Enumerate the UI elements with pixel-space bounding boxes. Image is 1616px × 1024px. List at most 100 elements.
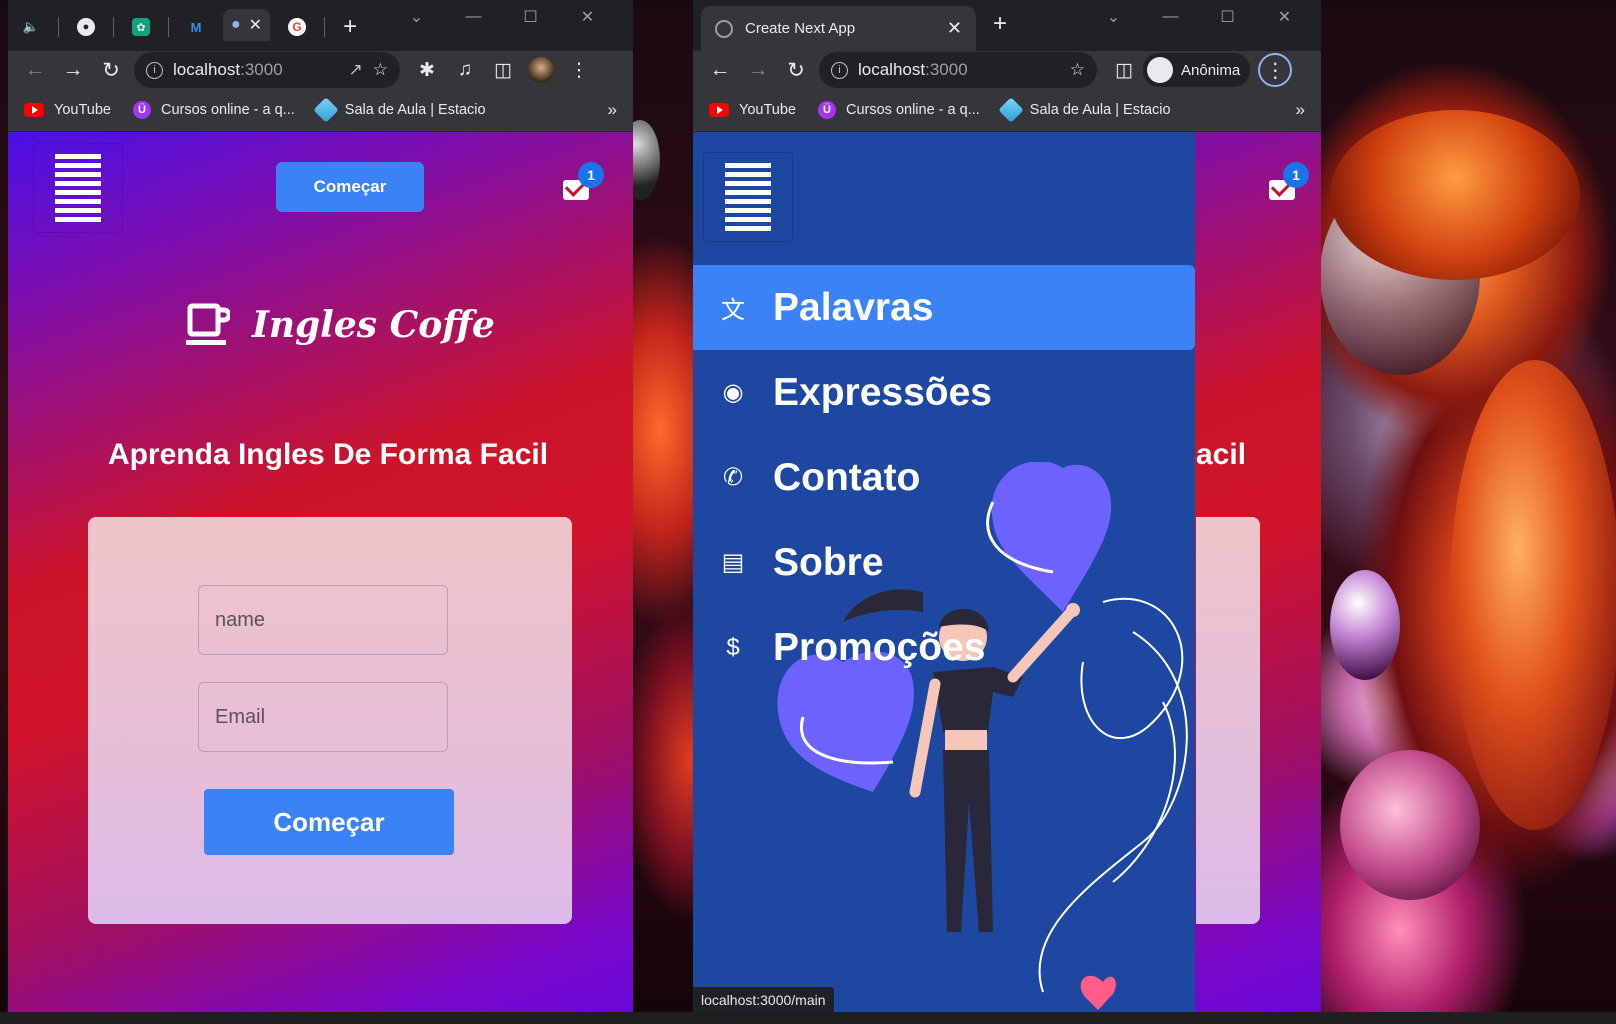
bookmark-star-icon[interactable]: ☆ — [1070, 60, 1085, 80]
browser-window-left: 🔈 ● ✿ M ● ✕ G + ⌄ — ☐ ✕ ← → ↻ i localhos… — [8, 0, 633, 1013]
reload-icon[interactable]: ↻ — [92, 58, 130, 83]
tab-search-icon[interactable]: ⌄ — [388, 4, 445, 30]
vscode-tab-icon[interactable]: M — [187, 18, 205, 36]
url-host: localhost — [858, 60, 926, 79]
bookmarks-bar: YouTube Ü Cursos online - a q... Sala de … — [8, 89, 633, 131]
tab-active-mini[interactable]: ● ✕ — [223, 9, 271, 41]
document-icon: ▤ — [721, 549, 745, 576]
speaking-person-icon: ◉ — [722, 379, 744, 406]
profile-avatar[interactable] — [522, 57, 560, 83]
window-controls: ⌄ — ☐ ✕ — [1085, 4, 1313, 30]
google-icon[interactable]: G — [288, 18, 307, 36]
menu-item-label: Expressões — [773, 370, 992, 414]
bookmarks-overflow[interactable]: » — [608, 100, 617, 120]
brand-logo: Ingles Coffe — [186, 302, 495, 348]
maximize-button[interactable]: ☐ — [1199, 4, 1256, 30]
translate-icon: 文 — [721, 297, 745, 324]
close-window-button[interactable]: ✕ — [1256, 4, 1313, 30]
page-headline: Aprenda Ingles De Forma Facil — [107, 438, 549, 471]
back-icon[interactable]: ← — [701, 58, 739, 82]
new-tab-button[interactable]: + — [993, 12, 1007, 36]
close-window-button[interactable]: ✕ — [559, 4, 616, 30]
estacio-icon — [313, 96, 339, 123]
side-panel-icon[interactable]: ◫ — [1105, 59, 1143, 82]
tab-strip: 🔈 ● ✿ M ● ✕ G + ⌄ — ☐ ✕ — [8, 0, 633, 51]
minimize-button[interactable]: — — [1142, 4, 1199, 30]
coffee-cup-icon — [186, 303, 230, 345]
share-icon[interactable]: ↗ — [349, 60, 363, 80]
page-viewport: Começar 1 Ingles Coffe Aprenda Ingles De… — [8, 132, 633, 1013]
minimize-button[interactable]: — — [445, 4, 502, 30]
browser-toolbar: ← → ↻ i localhost:3000 ↗ ☆ ✱ ♫ ◫ ⋮ — [8, 51, 633, 89]
muted-speaker-icon[interactable]: 🔈 — [22, 18, 40, 36]
page-viewport: acil 1 文 Palavras ◉ Expressões ✆ Contato… — [693, 132, 1321, 1013]
wallpaper-bubble — [1330, 570, 1400, 680]
forward-icon[interactable]: → — [54, 58, 92, 82]
submit-button[interactable]: Começar — [204, 789, 454, 855]
bookmark-estacio[interactable]: Sala de Aula | Estacio — [313, 96, 486, 123]
youtube-icon — [24, 102, 44, 117]
forward-icon[interactable]: → — [739, 58, 777, 82]
menu-item-label: Palavras — [773, 285, 934, 329]
extensions-icon[interactable]: ✱ — [408, 59, 446, 82]
menu-item-contato[interactable]: ✆ Contato — [693, 435, 1195, 520]
browser-menu-icon[interactable]: ⋮ — [560, 59, 598, 82]
page-headline-partial: acil — [1196, 438, 1247, 471]
menu-item-palavras[interactable]: 文 Palavras — [693, 265, 1195, 350]
close-tab-icon[interactable]: ✕ — [249, 15, 262, 35]
menu-item-promocoes[interactable]: $ Promoções — [693, 605, 1195, 690]
udemy-icon: Ü — [817, 100, 836, 119]
address-bar[interactable]: i localhost:3000 ↗ ☆ — [134, 52, 400, 88]
browser-menu-icon[interactable]: ⋮ — [1258, 53, 1293, 87]
bookmark-label: Sala de Aula | Estacio — [1029, 101, 1171, 118]
github-icon[interactable]: ● — [77, 18, 95, 36]
bookmark-youtube[interactable]: YouTube — [24, 102, 111, 118]
bookmark-udemy[interactable]: Ü Cursos online - a q... — [817, 100, 980, 119]
signup-form: Começar — [88, 517, 572, 924]
incognito-profile-chip[interactable]: Anônima — [1143, 53, 1251, 87]
close-tab-icon[interactable]: ✕ — [947, 18, 962, 39]
tab-strip: Create Next App ✕ + ⌄ — ☐ ✕ — [693, 0, 1321, 51]
bookmark-label: Cursos online - a q... — [160, 101, 295, 118]
reload-icon[interactable]: ↻ — [777, 58, 815, 83]
bookmark-star-icon[interactable]: ☆ — [373, 60, 388, 80]
tab-search-icon[interactable]: ⌄ — [1085, 4, 1142, 30]
openai-icon[interactable]: ✿ — [132, 18, 150, 36]
start-button-header[interactable]: Começar — [276, 162, 424, 212]
globe-icon — [715, 19, 733, 38]
brand-name: Ingles Coffe — [252, 304, 495, 346]
window-controls: ⌄ — ☐ ✕ — [388, 4, 616, 30]
new-tab-button[interactable]: + — [343, 15, 357, 39]
tab-active[interactable]: Create Next App ✕ — [701, 6, 976, 51]
profile-label: Anônima — [1181, 61, 1241, 79]
taskbar — [0, 1012, 1616, 1024]
dollar-icon: $ — [726, 633, 740, 661]
maximize-button[interactable]: ☐ — [502, 4, 559, 30]
wallpaper-bubble — [1450, 360, 1616, 830]
site-info-icon[interactable]: i — [831, 61, 848, 79]
back-icon[interactable]: ← — [16, 58, 54, 82]
name-input[interactable] — [198, 585, 448, 655]
side-panel-icon[interactable]: ◫ — [484, 59, 522, 82]
menu-item-expressoes[interactable]: ◉ Expressões — [693, 350, 1195, 435]
bookmark-label: Cursos online - a q... — [845, 101, 980, 118]
media-controls-icon[interactable]: ♫ — [446, 59, 484, 81]
address-bar[interactable]: i localhost:3000 ☆ — [819, 52, 1097, 88]
tab-separator — [113, 17, 114, 37]
menu-toggle-button[interactable] — [33, 143, 123, 233]
phone-icon: ✆ — [722, 464, 744, 491]
url-port: :3000 — [925, 60, 968, 79]
wallpaper-bubble — [1330, 110, 1580, 280]
bookmarks-overflow[interactable]: » — [1296, 100, 1305, 120]
menu-toggle-button[interactable] — [703, 152, 793, 242]
bookmark-youtube[interactable]: YouTube — [709, 102, 796, 118]
menu-item-sobre[interactable]: ▤ Sobre — [693, 520, 1195, 605]
browser-toolbar: ← → ↻ i localhost:3000 ☆ ◫ Anônima ⋮ — [693, 51, 1321, 89]
bookmark-label: YouTube — [54, 101, 111, 118]
menu-item-label: Contato — [773, 455, 921, 499]
bookmark-estacio[interactable]: Sala de Aula | Estacio — [998, 96, 1171, 123]
site-info-icon[interactable]: i — [146, 61, 163, 79]
bookmark-udemy[interactable]: Ü Cursos online - a q... — [132, 100, 295, 119]
url-host: localhost — [173, 60, 241, 79]
email-input[interactable] — [198, 682, 448, 752]
